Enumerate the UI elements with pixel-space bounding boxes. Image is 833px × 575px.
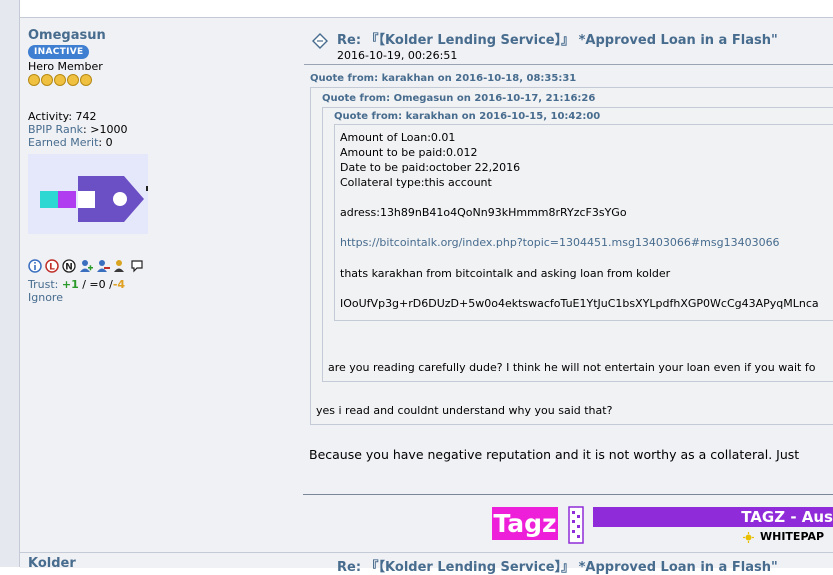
message-icon[interactable] xyxy=(130,259,144,273)
sun-icon xyxy=(743,532,754,543)
bpip-rank-value: : >1000 xyxy=(83,123,128,136)
quote-text: adress:13h89nB41o4QoNn93kHmmm8rRYzcF3sYG… xyxy=(340,206,627,219)
nick-icon[interactable]: N xyxy=(62,258,76,273)
quote-text: IOoUfVp3g+rD6DUzD+5w0o4ektswacfoTuE1YtJu… xyxy=(340,297,819,310)
merit-stat: Earned Merit: 0 xyxy=(28,136,288,149)
quote-header-link[interactable]: Quote from: karakhan on 2016-10-15, 10:4… xyxy=(334,111,600,122)
quote-header-link[interactable]: Quote from: karakhan on 2016-10-18, 08:3… xyxy=(310,73,576,84)
signature-divider xyxy=(303,494,833,495)
quote-header-link[interactable]: Quote from: Omegasun on 2016-10-17, 21:1… xyxy=(322,93,595,104)
activity-label: Activity: xyxy=(28,110,73,123)
tag-logo-icon xyxy=(40,176,148,222)
quote-content: Amount of Loan:0.01 Amount to be paid:0.… xyxy=(340,130,833,311)
member-rank: Hero Member xyxy=(28,60,103,73)
bpip-stat: BPIP Rank: >1000 xyxy=(28,123,288,136)
earned-merit-value: : 0 xyxy=(98,136,113,149)
add-trust-icon[interactable] xyxy=(79,259,93,273)
quote-text: Date to be paid:october 22,2016 xyxy=(340,161,521,174)
coin-icon xyxy=(28,74,40,86)
svg-text:L: L xyxy=(49,262,55,272)
post-header: Re: 『【Kolder Lending Service】』 *Approved… xyxy=(337,29,833,62)
earned-merit-link[interactable]: Earned Merit xyxy=(28,136,98,149)
profile-icons: LN xyxy=(28,258,288,276)
post-body: Because you have negative reputation and… xyxy=(309,447,800,462)
forum-page: Omegasun INACTIVE Hero Member Activity: … xyxy=(0,0,833,575)
coin-icon xyxy=(80,74,92,86)
trust-neutral: / =0 / xyxy=(82,278,113,291)
quote-text: Amount of Loan:0.01 xyxy=(340,131,456,144)
trust-score: Trust: +1 / =0 /-4 xyxy=(28,278,288,291)
poster-name-link[interactable]: Omegasun xyxy=(28,28,288,43)
ignore-link[interactable]: Ignore xyxy=(28,291,288,304)
signature-banner-link[interactable]: TAGZ - Aus xyxy=(593,507,833,527)
qr-strip-icon xyxy=(568,506,584,544)
user-search-icon[interactable] xyxy=(113,259,127,273)
coin-icon xyxy=(54,74,66,86)
quote-link[interactable]: https://bitcointalk.org/index.php?topic=… xyxy=(340,235,833,250)
activity-value: 742 xyxy=(75,110,97,123)
next-post-subject-link[interactable]: Re: 『【Kolder Lending Service】』 *Approved… xyxy=(337,556,778,575)
left-margin xyxy=(0,0,20,567)
rank-coins xyxy=(28,74,288,86)
quote-reply: yes i read and couldnt understand why yo… xyxy=(316,403,833,418)
whitepaper-link[interactable]: WHITEPAP xyxy=(760,530,824,543)
header-divider xyxy=(304,64,833,65)
quote-text: Collateral type:this account xyxy=(340,176,492,189)
signature-banner-text: TAGZ - Aus xyxy=(741,508,833,526)
trust-list-icon[interactable] xyxy=(96,259,110,273)
coin-icon xyxy=(41,74,53,86)
avatar xyxy=(28,154,148,234)
info-icon[interactable] xyxy=(28,258,42,273)
post-date: 2016-10-19, 00:26:51 xyxy=(337,49,458,62)
signature-brand-link[interactable]: Tagz xyxy=(492,507,558,540)
activity-stat: Activity: 742 xyxy=(28,110,288,123)
next-poster-name-link[interactable]: Kolder xyxy=(28,556,76,571)
trust-label: Trust: xyxy=(28,278,59,291)
trust-positive: +1 xyxy=(61,278,79,291)
post-subject-link[interactable]: Re: 『【Kolder Lending Service】』 *Approved… xyxy=(337,33,778,48)
svg-text:N: N xyxy=(65,262,73,272)
post-topic-icon xyxy=(312,33,328,49)
ledger-icon[interactable]: L xyxy=(45,258,59,273)
status-badge: INACTIVE xyxy=(28,45,90,59)
trust-negative: -4 xyxy=(112,278,126,291)
quote-reply: are you reading carefully dude? I think … xyxy=(328,360,833,375)
poster-info: Omegasun INACTIVE Hero Member Activity: … xyxy=(28,28,288,304)
quote-text: Amount to be paid:0.012 xyxy=(340,146,478,159)
quote-text: thats karakhan from bitcointalk and aski… xyxy=(340,267,671,280)
quote-text: are you reading carefully dude? I think … xyxy=(328,361,816,374)
quote-text: yes i read and couldnt understand why yo… xyxy=(316,404,613,417)
top-spacer xyxy=(20,0,833,17)
coin-icon xyxy=(67,74,79,86)
bpip-rank-link[interactable]: BPIP Rank xyxy=(28,123,83,136)
